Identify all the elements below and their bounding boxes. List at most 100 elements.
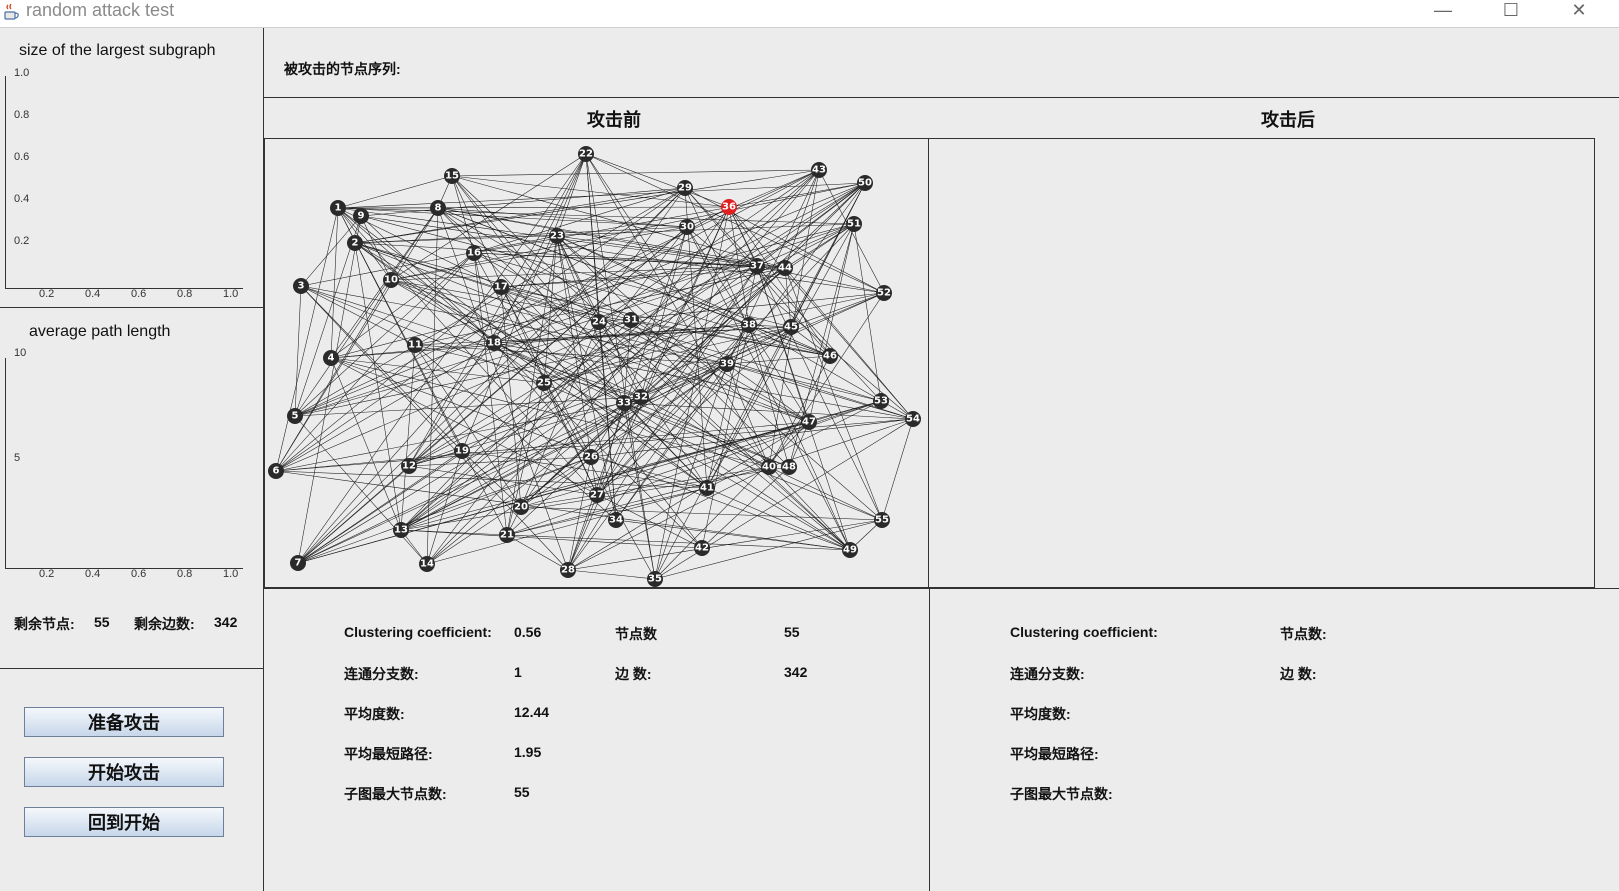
graph-node[interactable]: 19 — [454, 443, 470, 459]
chart2-ytick: 10 — [14, 347, 27, 359]
graph-node-label: 50 — [858, 178, 872, 189]
graph-edge — [473, 252, 495, 344]
graph-node[interactable]: 43 — [811, 162, 827, 178]
graph-node-label: 17 — [494, 282, 508, 293]
graph-node[interactable]: 44 — [777, 260, 793, 276]
minimize-button[interactable]: — — [1420, 0, 1466, 24]
graph-node[interactable]: 34 — [608, 512, 624, 528]
graph-edge — [506, 534, 851, 551]
graph-node[interactable]: 7 — [290, 555, 306, 571]
graph-node[interactable]: 52 — [876, 285, 892, 301]
graph-edge — [354, 242, 810, 423]
graph-edge — [451, 175, 642, 398]
graph-node[interactable]: 54 — [905, 411, 921, 427]
graph-node[interactable]: 6 — [268, 463, 284, 479]
graph-node[interactable]: 16 — [466, 245, 482, 261]
chart1-ytick: 0.8 — [14, 109, 30, 121]
graph-edge — [598, 321, 851, 551]
remaining-nodes-label: 剩余节点: — [14, 616, 75, 632]
graph-node[interactable]: 30 — [679, 219, 695, 235]
graph-node[interactable]: 48 — [781, 459, 797, 475]
graph-node[interactable]: 35 — [647, 571, 663, 587]
graph-node-label: 13 — [394, 525, 408, 536]
graph-node[interactable]: 29 — [677, 180, 693, 196]
after-clustering-label: Clustering coefficient: — [1010, 624, 1158, 640]
graph-node[interactable]: 4 — [323, 350, 339, 366]
chart1-y-axis — [5, 76, 6, 288]
graph-edge — [294, 285, 302, 417]
graph-node[interactable]: 11 — [407, 337, 423, 353]
graph-node[interactable]: 37 — [749, 258, 765, 274]
graph-node[interactable]: 41 — [699, 480, 715, 496]
graph-node[interactable]: 49 — [842, 542, 858, 558]
start-attack-button[interactable]: 开始攻击 — [24, 757, 224, 787]
chart1-ytick: 0.2 — [14, 235, 30, 247]
divider — [0, 307, 264, 308]
maximize-button[interactable]: ☐ — [1488, 0, 1534, 24]
graph-node[interactable]: 32 — [633, 389, 649, 405]
graph-node[interactable]: 40 — [761, 459, 777, 475]
graph-node-label: 52 — [877, 288, 891, 299]
graph-node[interactable]: 25 — [536, 375, 552, 391]
graph-node[interactable]: 33 — [616, 395, 632, 411]
graph-node-label: 28 — [561, 565, 575, 576]
graph-edge — [360, 215, 495, 344]
graph-node[interactable]: 36 — [721, 199, 737, 215]
graph-node[interactable]: 55 — [874, 512, 890, 528]
graph-node[interactable]: 12 — [401, 458, 417, 474]
graph-node[interactable]: 22 — [578, 146, 594, 162]
graph-node[interactable]: 9 — [353, 208, 369, 224]
graph-edge — [400, 363, 728, 531]
graph-node-label: 51 — [847, 219, 861, 230]
after-attack-title: 攻击后 — [1261, 110, 1315, 131]
graph-edge — [330, 207, 339, 359]
components-value: 1 — [514, 664, 522, 680]
graph-node[interactable]: 51 — [846, 216, 862, 232]
graph-node[interactable]: 13 — [393, 522, 409, 538]
graph-node-label: 8 — [435, 203, 442, 214]
graph-node[interactable]: 31 — [623, 312, 639, 328]
chart2-xtick: 0.4 — [85, 568, 101, 580]
graph-node[interactable]: 21 — [499, 527, 515, 543]
graph-node[interactable]: 5 — [287, 408, 303, 424]
graph-node[interactable]: 42 — [694, 540, 710, 556]
before-attack-title: 攻击前 — [587, 110, 641, 131]
graph-edge — [400, 321, 600, 531]
graph-node[interactable]: 20 — [513, 499, 529, 515]
graph-node[interactable]: 46 — [822, 348, 838, 364]
graph-edge — [654, 421, 810, 580]
graph-edge — [300, 215, 362, 287]
graph-node-label: 44 — [778, 263, 792, 274]
graph-edge — [623, 402, 790, 468]
graph-node-label: 40 — [762, 462, 776, 473]
graph-node[interactable]: 28 — [560, 562, 576, 578]
graph-node[interactable]: 47 — [801, 414, 817, 430]
close-button[interactable]: ✕ — [1556, 0, 1602, 24]
graph-node[interactable]: 50 — [857, 175, 873, 191]
edges-label: 边 数: — [615, 666, 652, 682]
graph-node[interactable]: 10 — [383, 272, 399, 288]
graph-node[interactable]: 18 — [486, 335, 502, 351]
after-avg-degree-label: 平均度数: — [1010, 706, 1071, 722]
graph-node[interactable]: 14 — [419, 556, 435, 572]
graph-node-label: 6 — [273, 466, 280, 477]
graph-edge — [297, 456, 592, 564]
largest-subgraph-chart-title: size of the largest subgraph — [19, 42, 216, 59]
graph-node[interactable]: 27 — [589, 487, 605, 503]
graph-node[interactable]: 38 — [741, 317, 757, 333]
graph-node[interactable]: 53 — [873, 393, 889, 409]
graph-node[interactable]: 45 — [783, 319, 799, 335]
graph-node[interactable]: 24 — [591, 314, 607, 330]
graph-node[interactable]: 17 — [493, 279, 509, 295]
prepare-attack-button[interactable]: 准备攻击 — [24, 707, 224, 737]
graph-node[interactable]: 15 — [444, 168, 460, 184]
graph-node[interactable]: 2 — [347, 235, 363, 251]
graph-node[interactable]: 8 — [430, 200, 446, 216]
reset-button[interactable]: 回到开始 — [24, 807, 224, 837]
graph-node[interactable]: 26 — [583, 449, 599, 465]
graph-node[interactable]: 39 — [719, 356, 735, 372]
graph-node[interactable]: 3 — [293, 278, 309, 294]
graph-node[interactable]: 23 — [549, 228, 565, 244]
graph-node-label: 45 — [784, 322, 798, 333]
graph-node[interactable]: 1 — [330, 200, 346, 216]
